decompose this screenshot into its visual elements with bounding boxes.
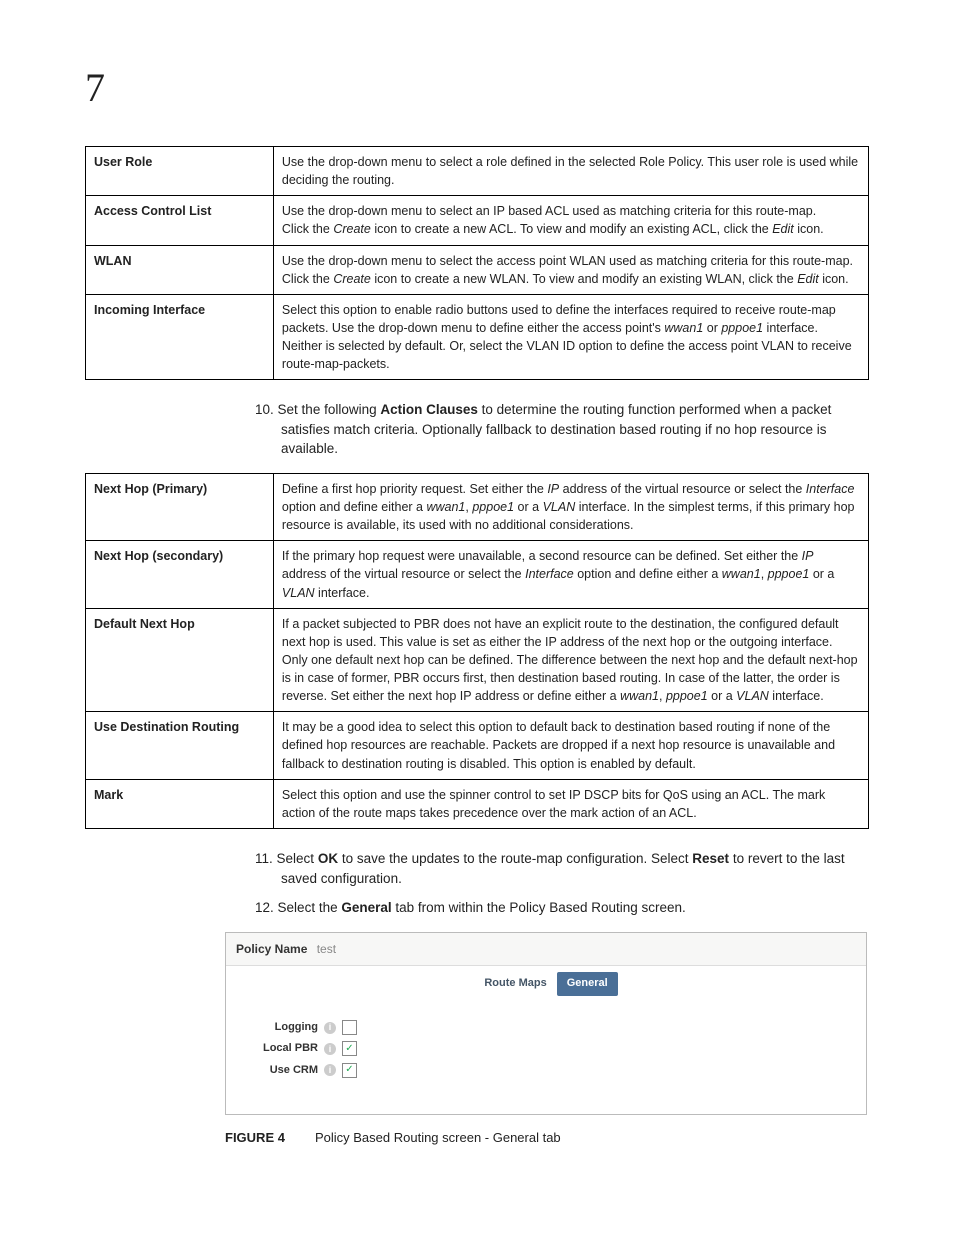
info-icon[interactable]: i [324, 1043, 336, 1055]
row-description: It may be a good idea to select this opt… [273, 712, 868, 779]
row-description: Use the drop-down menu to select a role … [273, 147, 868, 196]
row-logging: Logging i [248, 1020, 844, 1035]
logging-checkbox[interactable] [342, 1020, 357, 1035]
page-number: 7 [85, 60, 869, 116]
row-label: Default Next Hop [86, 608, 274, 712]
figure-screenshot: Policy Name test Route Maps General Logg… [225, 932, 867, 1115]
tab-strip: Route Maps General [226, 966, 866, 1001]
localpbr-label: Local PBR [248, 1041, 324, 1056]
tab-general[interactable]: General [557, 972, 618, 995]
info-icon[interactable]: i [324, 1064, 336, 1076]
row-label: Use Destination Routing [86, 712, 274, 779]
row-label: WLAN [86, 245, 274, 294]
usecrm-label: Use CRM [248, 1063, 324, 1078]
row-label: Next Hop (Primary) [86, 473, 274, 540]
figure-header: Policy Name test [226, 933, 866, 967]
row-description: Select this option to enable radio butto… [273, 294, 868, 380]
row-usecrm: Use CRM i ✓ [248, 1063, 844, 1078]
step-10: 10. Set the following Action Clauses to … [255, 400, 869, 459]
row-description: Define a first hop priority request. Set… [273, 473, 868, 540]
localpbr-checkbox[interactable]: ✓ [342, 1041, 357, 1056]
row-description: Use the drop-down menu to select an IP b… [273, 196, 868, 245]
row-label: Incoming Interface [86, 294, 274, 380]
step-12: 12. Select the General tab from within t… [255, 898, 869, 918]
row-description: If a packet subjected to PBR does not ha… [273, 608, 868, 712]
match-criteria-table: User RoleUse the drop-down menu to selec… [85, 146, 869, 380]
usecrm-checkbox[interactable]: ✓ [342, 1063, 357, 1078]
tab-routemaps[interactable]: Route Maps [474, 972, 556, 995]
policy-name-label: Policy Name [236, 942, 307, 956]
action-clauses-table: Next Hop (Primary)Define a first hop pri… [85, 473, 869, 829]
row-label: Mark [86, 779, 274, 828]
logging-label: Logging [248, 1020, 324, 1035]
row-label: Next Hop (secondary) [86, 541, 274, 608]
info-icon[interactable]: i [324, 1022, 336, 1034]
row-description: If the primary hop request were unavaila… [273, 541, 868, 608]
step-11: 11. Select OK to save the updates to the… [255, 849, 869, 888]
row-localpbr: Local PBR i ✓ [248, 1041, 844, 1056]
policy-name-value: test [317, 942, 336, 956]
row-label: User Role [86, 147, 274, 196]
row-description: Use the drop-down menu to select the acc… [273, 245, 868, 294]
figure-caption: FIGURE 4Policy Based Routing screen - Ge… [225, 1129, 869, 1147]
row-description: Select this option and use the spinner c… [273, 779, 868, 828]
row-label: Access Control List [86, 196, 274, 245]
